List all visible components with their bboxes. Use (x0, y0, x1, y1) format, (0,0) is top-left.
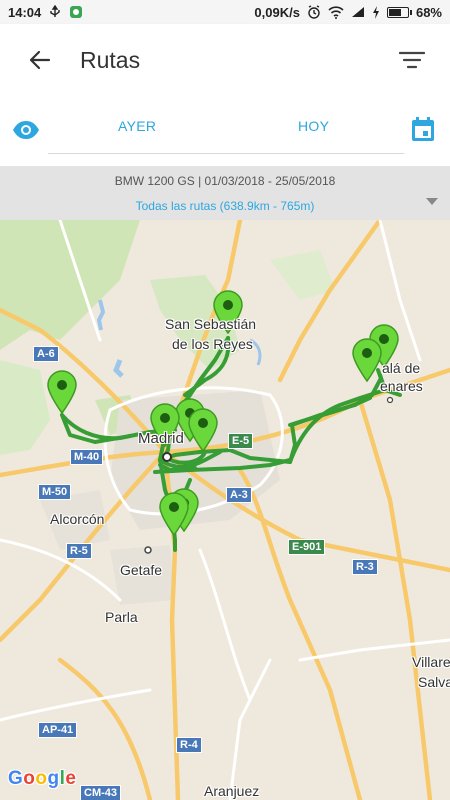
route-map[interactable]: San Sebastián de los Reyes alá de enares… (0, 220, 450, 800)
map-label-san-sebastian-2: de los Reyes (172, 336, 253, 352)
google-attribution: Google (8, 768, 77, 789)
status-time: 14:04 (8, 4, 42, 20)
wifi-icon (328, 5, 344, 19)
road-badge: R-4 (176, 737, 202, 753)
network-speed: 0,09K/s (254, 4, 300, 20)
date-tabs: AYER HOY (0, 96, 450, 166)
map-pin-icon[interactable] (46, 370, 78, 414)
map-label-getafe: Getafe (120, 562, 163, 578)
app-notification-icon (69, 5, 83, 19)
map-label-aranjuez: Aranjuez (204, 783, 260, 799)
tab-ayer[interactable]: AYER (118, 118, 156, 134)
road-badge: AP-41 (38, 722, 78, 738)
map-label-salvan: Salva (418, 674, 450, 690)
signal-icon (351, 6, 365, 18)
road-badge: E-5 (228, 433, 254, 449)
road-badge: A-3 (226, 487, 252, 503)
back-button[interactable] (0, 24, 80, 96)
map-label-san-sebastian: San Sebastián (165, 316, 257, 332)
tab-hoy[interactable]: HOY (298, 118, 329, 134)
map-label-alcala: alá de (382, 360, 421, 376)
route-summary[interactable]: BMW 1200 GS | 01/03/2018 - 25/05/2018 To… (0, 166, 450, 220)
arrow-back-icon (29, 50, 51, 70)
filter-icon (399, 51, 425, 69)
map-pin-icon[interactable] (351, 338, 383, 382)
usb-icon (49, 5, 61, 19)
map-label-parla: Parla (105, 609, 138, 625)
road-badge: R-3 (352, 559, 378, 575)
road-badge: R-5 (66, 543, 92, 559)
road-badge: M-50 (38, 484, 72, 500)
page-title: Rutas (80, 46, 141, 73)
battery-percent: 68% (415, 4, 442, 20)
routes-total[interactable]: Todas las rutas (638.9km - 765m) (0, 199, 450, 213)
chevron-down-icon[interactable] (426, 198, 438, 205)
map-label-alcala-2: enares (380, 378, 423, 394)
map-pin-icon[interactable] (158, 492, 190, 536)
road-badge: CM-43 (80, 785, 122, 800)
road-badge: M-40 (70, 449, 104, 465)
map-label-alcorcon: Alcorcón (50, 511, 105, 527)
charging-icon (372, 5, 380, 19)
map-label-villarejo: Villare (412, 654, 450, 670)
calendar-icon (412, 117, 434, 141)
battery-icon (386, 6, 412, 18)
road-badge: E-901 (288, 539, 326, 555)
alarm-icon (307, 5, 321, 19)
status-bar: 14:04 0,09K/s 68% (0, 0, 450, 24)
map-label-madrid: Madrid (138, 430, 184, 447)
map-pin-icon[interactable] (187, 408, 219, 452)
app-bar: Rutas (0, 24, 450, 96)
vehicle-period: BMW 1200 GS | 01/03/2018 - 25/05/2018 (114, 174, 336, 188)
road-badge: A-6 (33, 346, 59, 362)
visibility-toggle[interactable] (10, 114, 42, 146)
eye-icon (13, 121, 39, 139)
calendar-button[interactable] (408, 114, 438, 144)
tabs-divider (48, 153, 404, 154)
filter-button[interactable] (374, 24, 450, 96)
